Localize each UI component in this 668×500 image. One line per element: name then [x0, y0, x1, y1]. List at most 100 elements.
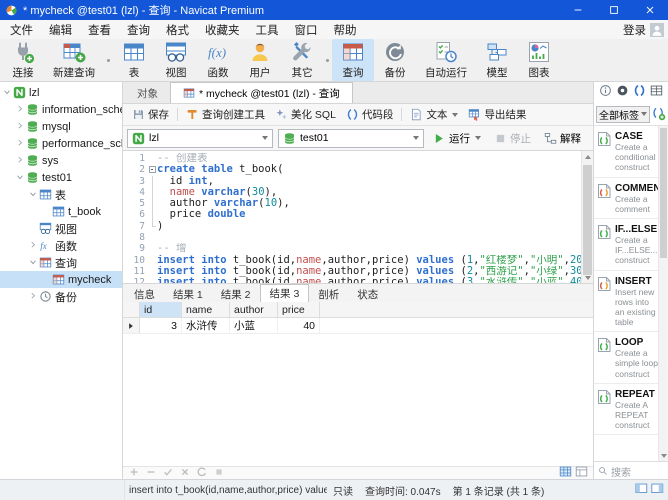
pane-right-toggle[interactable] — [651, 482, 664, 498]
tree-item-information_schema[interactable]: information_schema — [0, 101, 122, 118]
snippet-filter-dropdown[interactable]: 全部标签 — [596, 106, 650, 123]
fold-marker[interactable] — [148, 187, 157, 198]
close-button[interactable] — [632, 0, 668, 20]
result-tab-状态[interactable]: 状态 — [348, 286, 387, 302]
toolbar-button-tools[interactable]: 其它 — [281, 39, 323, 81]
panel-tab-details[interactable] — [650, 84, 663, 102]
panel-tab-parens-active[interactable] — [633, 84, 646, 102]
menu-item-编辑[interactable]: 编辑 — [41, 21, 80, 39]
menu-item-查看[interactable]: 查看 — [80, 21, 119, 39]
avatar-icon[interactable] — [650, 23, 664, 37]
cell-author[interactable]: 小蓝 — [230, 318, 278, 333]
sql-editor[interactable]: 1-- 创建表2create table t_book(3 id int,4 n… — [123, 151, 593, 283]
panel-tab-eye[interactable] — [616, 84, 629, 102]
result-tab-结果 3[interactable]: 结果 3 — [260, 284, 310, 302]
toolbar-button-table[interactable]: 表 — [113, 39, 155, 81]
editor-scrollbar[interactable] — [581, 151, 593, 283]
tree-item-performance_schema[interactable]: performance_schema — [0, 135, 122, 152]
tree-expander[interactable] — [15, 104, 26, 115]
toolbar-button-autorun[interactable]: 自动运行 — [416, 39, 476, 81]
menu-item-工具[interactable]: 工具 — [248, 21, 287, 39]
fold-marker[interactable] — [148, 164, 157, 175]
chev-closed-icon[interactable] — [28, 291, 38, 301]
chev-closed-icon[interactable] — [28, 240, 38, 250]
snippet-item-LOOP[interactable]: LOOPCreate a simple loop construct — [594, 332, 659, 384]
pane-left-toggle[interactable] — [635, 482, 648, 498]
tree-item-lzl[interactable]: lzl — [0, 84, 122, 101]
tree-item-备份[interactable]: 备份 — [0, 288, 122, 305]
fold-marker[interactable] — [148, 176, 157, 187]
snippet-item-INSERT[interactable]: INSERTInsert new rows into an existing t… — [594, 271, 659, 333]
menu-item-格式[interactable]: 格式 — [158, 21, 197, 39]
scrollbar-thumb[interactable] — [583, 165, 592, 275]
toolbar-button-newquery[interactable]: 新建查询 — [44, 39, 104, 81]
cell-price[interactable]: 40 — [278, 318, 320, 333]
chev-open-icon[interactable] — [28, 257, 38, 267]
toolbar-button-query[interactable]: 查询 — [332, 39, 374, 81]
tab-query-document[interactable]: * mycheck @test01 (lzl) - 查询 — [170, 82, 353, 103]
result-tab-结果 1[interactable]: 结果 1 — [164, 286, 212, 302]
qbar-button-builder[interactable]: 查询创建工具 — [181, 107, 270, 122]
toolbar-button-user[interactable]: 用户 — [239, 39, 281, 81]
snippet-item-COMMENT[interactable]: COMMENTCreate a comment — [594, 178, 659, 219]
qbar-button-export[interactable]: 导出结果 — [463, 107, 531, 122]
tree-expander[interactable] — [15, 138, 26, 149]
menu-item-窗口[interactable]: 窗口 — [287, 21, 326, 39]
fold-marker[interactable] — [148, 221, 157, 232]
snippet-scrollbar-thumb[interactable] — [660, 128, 667, 258]
connection-dropdown[interactable]: lzl — [127, 129, 273, 148]
chev-closed-icon[interactable] — [15, 104, 25, 114]
tree-expander[interactable] — [15, 172, 26, 183]
tree-expander[interactable] — [28, 240, 39, 251]
tree-item-表[interactable]: 表 — [0, 186, 122, 203]
toolbar-button-view[interactable]: 视图 — [155, 39, 197, 81]
run-button[interactable]: 运行 — [429, 131, 485, 146]
toolbar-button-chart[interactable]: 图表 — [518, 39, 560, 81]
scroll-up-icon[interactable] — [585, 155, 591, 159]
grid-column-name[interactable]: name — [182, 302, 230, 317]
toolbar-button-model[interactable]: 模型 — [476, 39, 518, 81]
tab-objects[interactable]: 对象 — [125, 84, 170, 103]
menu-item-查询[interactable]: 查询 — [119, 21, 158, 39]
snippet-scrollbar[interactable] — [658, 126, 668, 461]
snippet-item-CASE[interactable]: CASECreate a conditional construct — [594, 126, 659, 178]
toolbar-button-function-big[interactable]: f(x)函数 — [197, 39, 239, 81]
result-tab-信息[interactable]: 信息 — [125, 286, 164, 302]
snippet-search-box[interactable]: 搜索 — [594, 461, 668, 480]
snippet-scroll-down-icon[interactable] — [661, 454, 667, 458]
tree-expander[interactable] — [28, 189, 39, 200]
toolbar-button-connect[interactable]: 连接 — [2, 39, 44, 81]
qbar-button-parens[interactable]: 代码段 — [341, 107, 399, 122]
snippet-item-IF...ELSE[interactable]: IF...ELSECreate a IF...ELSE... construct — [594, 219, 659, 271]
tree-expander[interactable] — [28, 291, 39, 302]
tree-expander[interactable] — [15, 155, 26, 166]
qbar-button-save[interactable]: 保存 — [127, 107, 174, 122]
grid-column-author[interactable]: author — [230, 302, 278, 317]
scroll-down-icon[interactable] — [585, 276, 591, 280]
snippet-item-REPEAT[interactable]: REPEATCreate A REPEAT construct — [594, 384, 659, 436]
maximize-button[interactable] — [596, 0, 632, 20]
tree-item-mysql[interactable]: mysql — [0, 118, 122, 135]
tree-expander[interactable] — [2, 87, 13, 98]
panel-tab-info[interactable] — [599, 84, 612, 102]
database-dropdown[interactable]: test01 — [278, 129, 424, 148]
cell-id[interactable]: 3 — [140, 318, 182, 333]
chev-open-icon[interactable] — [15, 172, 25, 182]
fold-marker[interactable] — [148, 198, 157, 209]
tree-item-test01[interactable]: test01 — [0, 169, 122, 186]
chev-closed-icon[interactable] — [15, 155, 25, 165]
fold-marker[interactable] — [148, 209, 157, 220]
qbar-button-textfile[interactable]: 文本 — [405, 107, 463, 122]
menu-item-帮助[interactable]: 帮助 — [326, 21, 365, 39]
chev-open-icon[interactable] — [2, 87, 12, 97]
chev-closed-icon[interactable] — [15, 121, 25, 131]
menu-item-收藏夹[interactable]: 收藏夹 — [197, 21, 248, 39]
qbar-button-beautify[interactable]: 美化 SQL — [270, 107, 341, 122]
tree-item-t_book[interactable]: t_book — [0, 203, 122, 220]
tree-item-函数[interactable]: fx函数 — [0, 237, 122, 254]
toolbar-button-backup-big[interactable]: 备份 — [374, 39, 416, 81]
minimize-button[interactable] — [560, 0, 596, 20]
tree-item-mycheck[interactable]: mycheck — [0, 271, 122, 288]
tree-item-视图[interactable]: 视图 — [0, 220, 122, 237]
grid-column-id[interactable]: id — [140, 302, 182, 317]
